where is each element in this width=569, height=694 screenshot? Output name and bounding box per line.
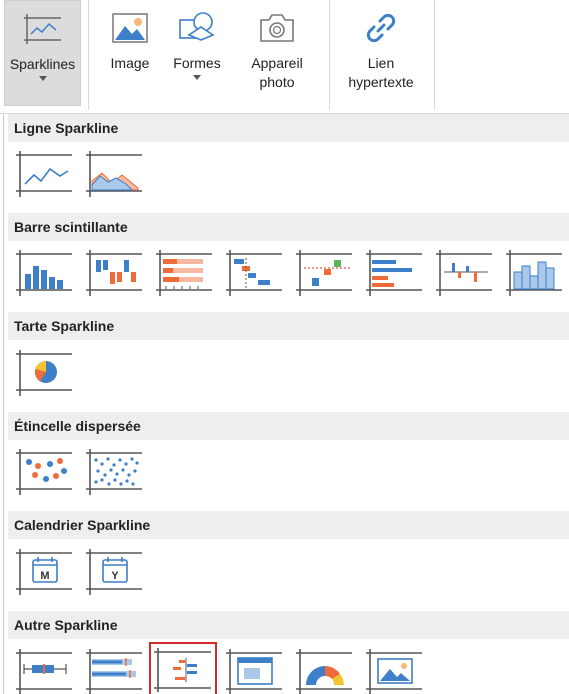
ribbon-divider (434, 0, 435, 110)
hyperlink-label-line2: hypertexte (348, 74, 414, 90)
year-letter: Y (111, 570, 119, 582)
ribbon-insert-group: Sparklines Image Formes Appareil photo L… (0, 0, 569, 114)
image-button[interactable]: Image (100, 0, 160, 110)
camera-button[interactable]: Appareil photo (238, 0, 316, 110)
section-header-calendar: Calendrier Sparkline (8, 511, 569, 539)
hbar-sparkline-icon[interactable] (366, 248, 424, 298)
winloss-sparkline-icon[interactable] (86, 248, 144, 298)
pie-sparkline-icon[interactable] (16, 348, 74, 398)
shapes-button[interactable]: Formes (164, 0, 230, 110)
gauge-sparkline-icon[interactable] (296, 647, 354, 694)
column-sparkline-icon[interactable] (16, 248, 74, 298)
hyperlink-label-line1: Lien (367, 55, 395, 71)
sparklines-icon (23, 11, 63, 47)
section-header-other: Autre Sparkline (8, 611, 569, 639)
cascade-sparkline-icon[interactable] (226, 248, 284, 298)
section-header-bar: Barre scintillante (8, 213, 569, 241)
sparkline-gallery: Ligne Sparkline Barre scintillante Tarte… (3, 114, 569, 694)
boxplot-sparkline-icon[interactable] (86, 647, 144, 694)
image-label: Image (110, 55, 150, 71)
bullet-sparkline-icon[interactable] (16, 647, 74, 694)
camera-label-line2: photo (259, 74, 295, 90)
density-scatter-sparkline-icon[interactable] (86, 447, 144, 497)
sparklines-label: Sparklines (9, 56, 76, 72)
section-header-pie: Tarte Sparkline (8, 312, 569, 340)
histogram-sparkline-icon[interactable] (506, 248, 564, 298)
pareto-sparkline-icon[interactable] (436, 248, 494, 298)
camera-label-line1: Appareil (251, 55, 303, 71)
line-sparkline-icon[interactable] (16, 149, 74, 199)
sparklines-button[interactable]: Sparklines (4, 0, 81, 106)
chevron-down-icon (38, 76, 47, 81)
image-sparkline-icon[interactable] (226, 647, 284, 694)
hyperlink-icon (363, 10, 399, 46)
scatter-sparkline-icon[interactable] (16, 447, 74, 497)
hyperlink-button[interactable]: Lien hypertexte (338, 0, 424, 110)
year-calendar-icon[interactable]: Y (86, 547, 144, 597)
ribbon-divider (329, 0, 330, 110)
stacked-bar-sparkline-icon[interactable] (156, 248, 214, 298)
ribbon-divider (88, 0, 89, 110)
month-letter: M (40, 570, 49, 582)
section-header-line: Ligne Sparkline (8, 114, 569, 142)
chevron-down-icon (193, 75, 201, 80)
shapes-icon (177, 10, 217, 46)
spread-sparkline-icon[interactable] (149, 642, 217, 694)
shapes-label: Formes (173, 55, 221, 71)
camera-icon (257, 10, 297, 46)
month-calendar-icon[interactable]: M (16, 547, 74, 597)
area-sparkline-icon[interactable] (86, 149, 144, 199)
picture-sparkline-icon[interactable] (366, 647, 424, 694)
section-header-scatter: Étincelle dispersée (8, 412, 569, 440)
vari-sparkline-icon[interactable] (296, 248, 354, 298)
image-icon (111, 10, 149, 46)
